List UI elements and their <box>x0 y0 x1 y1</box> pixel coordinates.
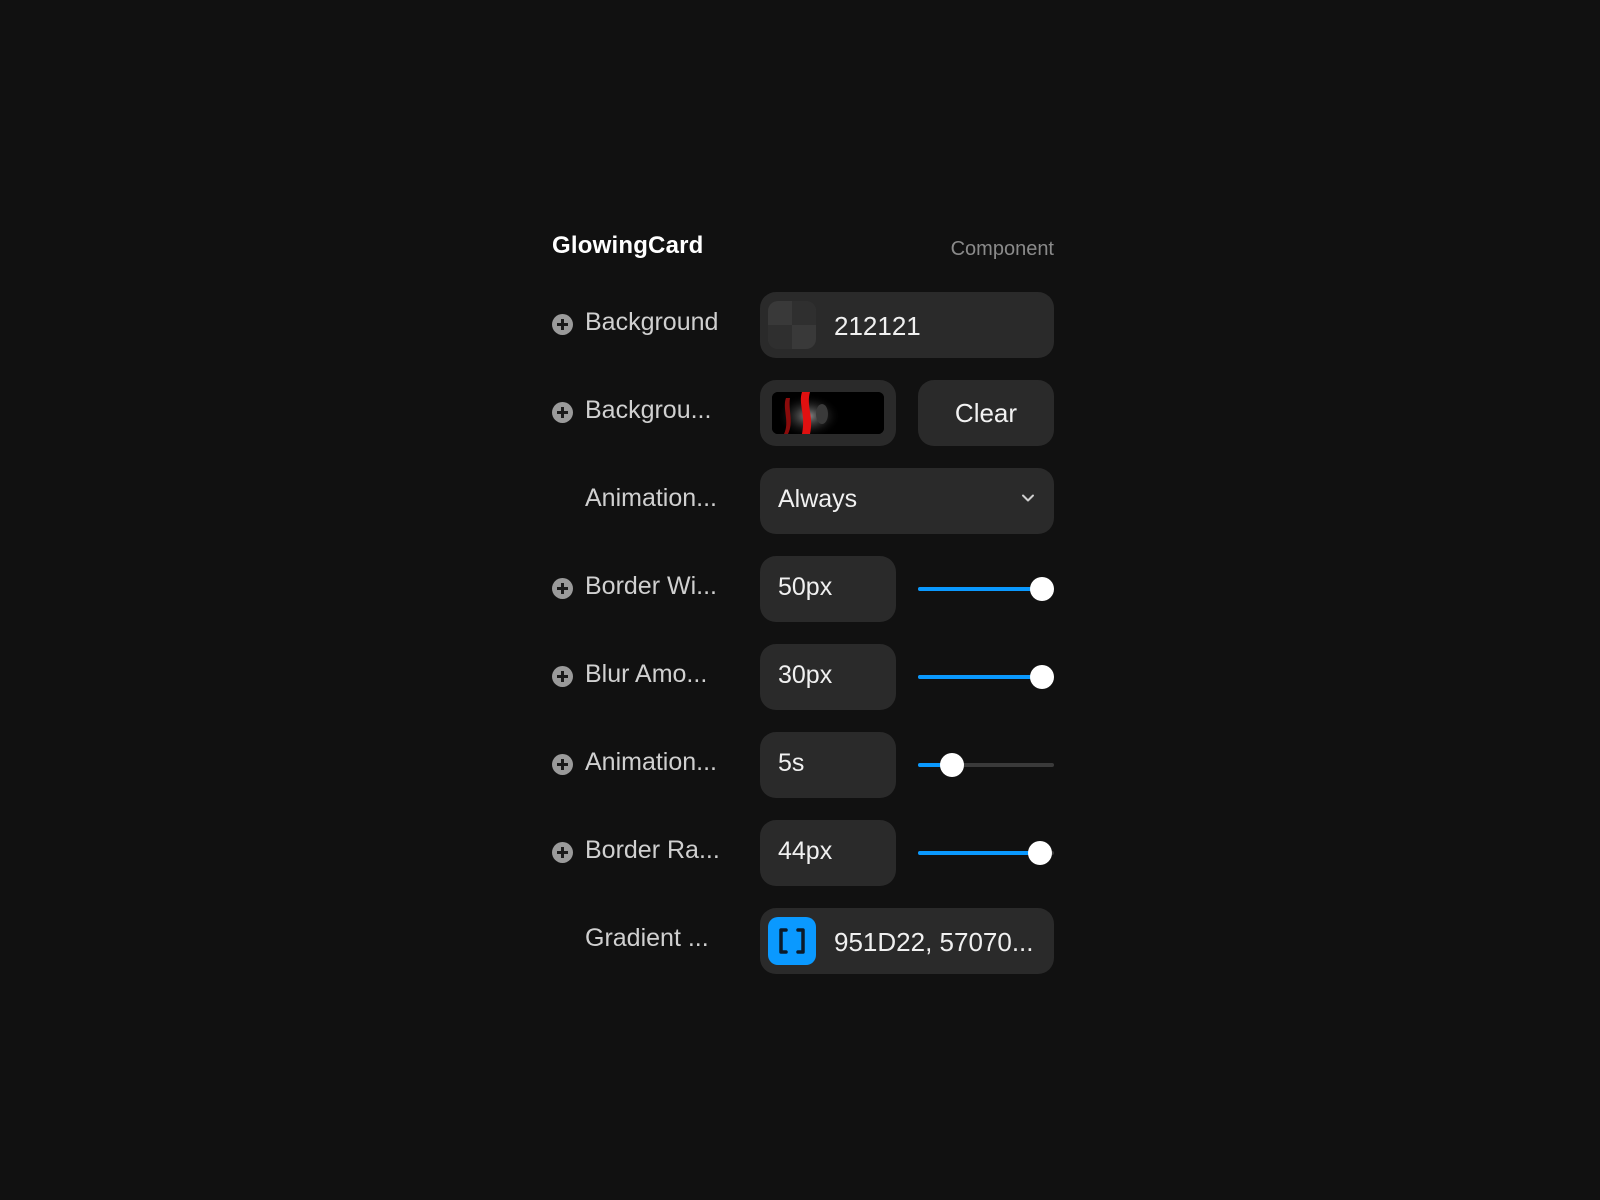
row-label: Backgrou... <box>585 396 712 424</box>
row-label: Blur Amo... <box>585 660 708 688</box>
add-border-radius-icon[interactable] <box>552 842 573 863</box>
add-background-icon[interactable] <box>552 314 573 335</box>
border-radius-input[interactable]: 44px <box>760 820 896 886</box>
row-label: Background <box>585 308 719 336</box>
background-image-field[interactable] <box>760 380 896 446</box>
border-width-value[interactable]: 50px <box>778 573 832 602</box>
add-blur-amount-icon[interactable] <box>552 666 573 687</box>
animation-duration-value[interactable]: 5s <box>778 749 804 778</box>
background-color-value[interactable]: 212121 <box>834 311 921 342</box>
row-animation-mode: Animation... Always <box>552 468 1054 534</box>
row-background: Background 212121 <box>552 292 1054 358</box>
properties-panel: GlowingCard Component Background 212121 … <box>552 224 1054 974</box>
blur-amount-slider[interactable] <box>918 665 1054 689</box>
row-animation-duration: Animation... 5s <box>552 732 1054 798</box>
animation-duration-slider[interactable] <box>918 753 1054 777</box>
row-label: Border Ra... <box>585 836 720 864</box>
slider-fill <box>918 587 1042 591</box>
border-radius-slider[interactable] <box>918 841 1054 865</box>
chevron-down-icon[interactable] <box>1020 490 1036 506</box>
gradient-colors-value[interactable]: 951D22, 57070... <box>834 927 1034 958</box>
color-swatch[interactable] <box>768 301 816 349</box>
add-animation-duration-icon[interactable] <box>552 754 573 775</box>
slider-handle[interactable] <box>1030 665 1054 689</box>
border-width-slider[interactable] <box>918 577 1054 601</box>
row-background-image: Backgrou... Clear <box>552 380 1054 446</box>
add-border-width-icon[interactable] <box>552 578 573 599</box>
row-blur-amount: Blur Amo... 30px <box>552 644 1054 710</box>
slider-handle[interactable] <box>940 753 964 777</box>
row-label: Animation... <box>585 748 718 776</box>
background-color-field[interactable]: 212121 <box>760 292 1054 358</box>
slider-fill <box>918 851 1041 855</box>
add-background-image-icon[interactable] <box>552 402 573 423</box>
image-thumbnail[interactable] <box>772 392 884 434</box>
bracket-icon[interactable] <box>768 917 816 965</box>
slider-handle[interactable] <box>1028 841 1053 865</box>
component-type-label: Component <box>950 238 1054 260</box>
clear-image-button[interactable]: Clear <box>918 380 1054 446</box>
row-border-width: Border Wi... 50px <box>552 556 1054 622</box>
blur-amount-input[interactable]: 30px <box>760 644 896 710</box>
slider-fill <box>918 675 1042 679</box>
row-label: Animation... <box>585 484 718 512</box>
border-radius-value[interactable]: 44px <box>778 837 832 866</box>
row-gradient: Gradient ... 951D22, 57070... <box>552 908 1054 974</box>
blur-amount-value[interactable]: 30px <box>778 661 832 690</box>
component-title: GlowingCard <box>552 232 704 259</box>
animation-mode-select[interactable]: Always <box>760 468 1054 534</box>
slider-handle[interactable] <box>1030 577 1054 601</box>
gradient-colors-field[interactable]: 951D22, 57070... <box>760 908 1054 974</box>
row-label: Gradient ... <box>585 924 709 952</box>
row-label: Border Wi... <box>585 572 717 600</box>
row-border-radius: Border Ra... 44px <box>552 820 1054 886</box>
animation-mode-value[interactable]: Always <box>778 485 857 514</box>
border-width-input[interactable]: 50px <box>760 556 896 622</box>
panel-header: GlowingCard Component <box>552 224 1054 276</box>
animation-duration-input[interactable]: 5s <box>760 732 896 798</box>
